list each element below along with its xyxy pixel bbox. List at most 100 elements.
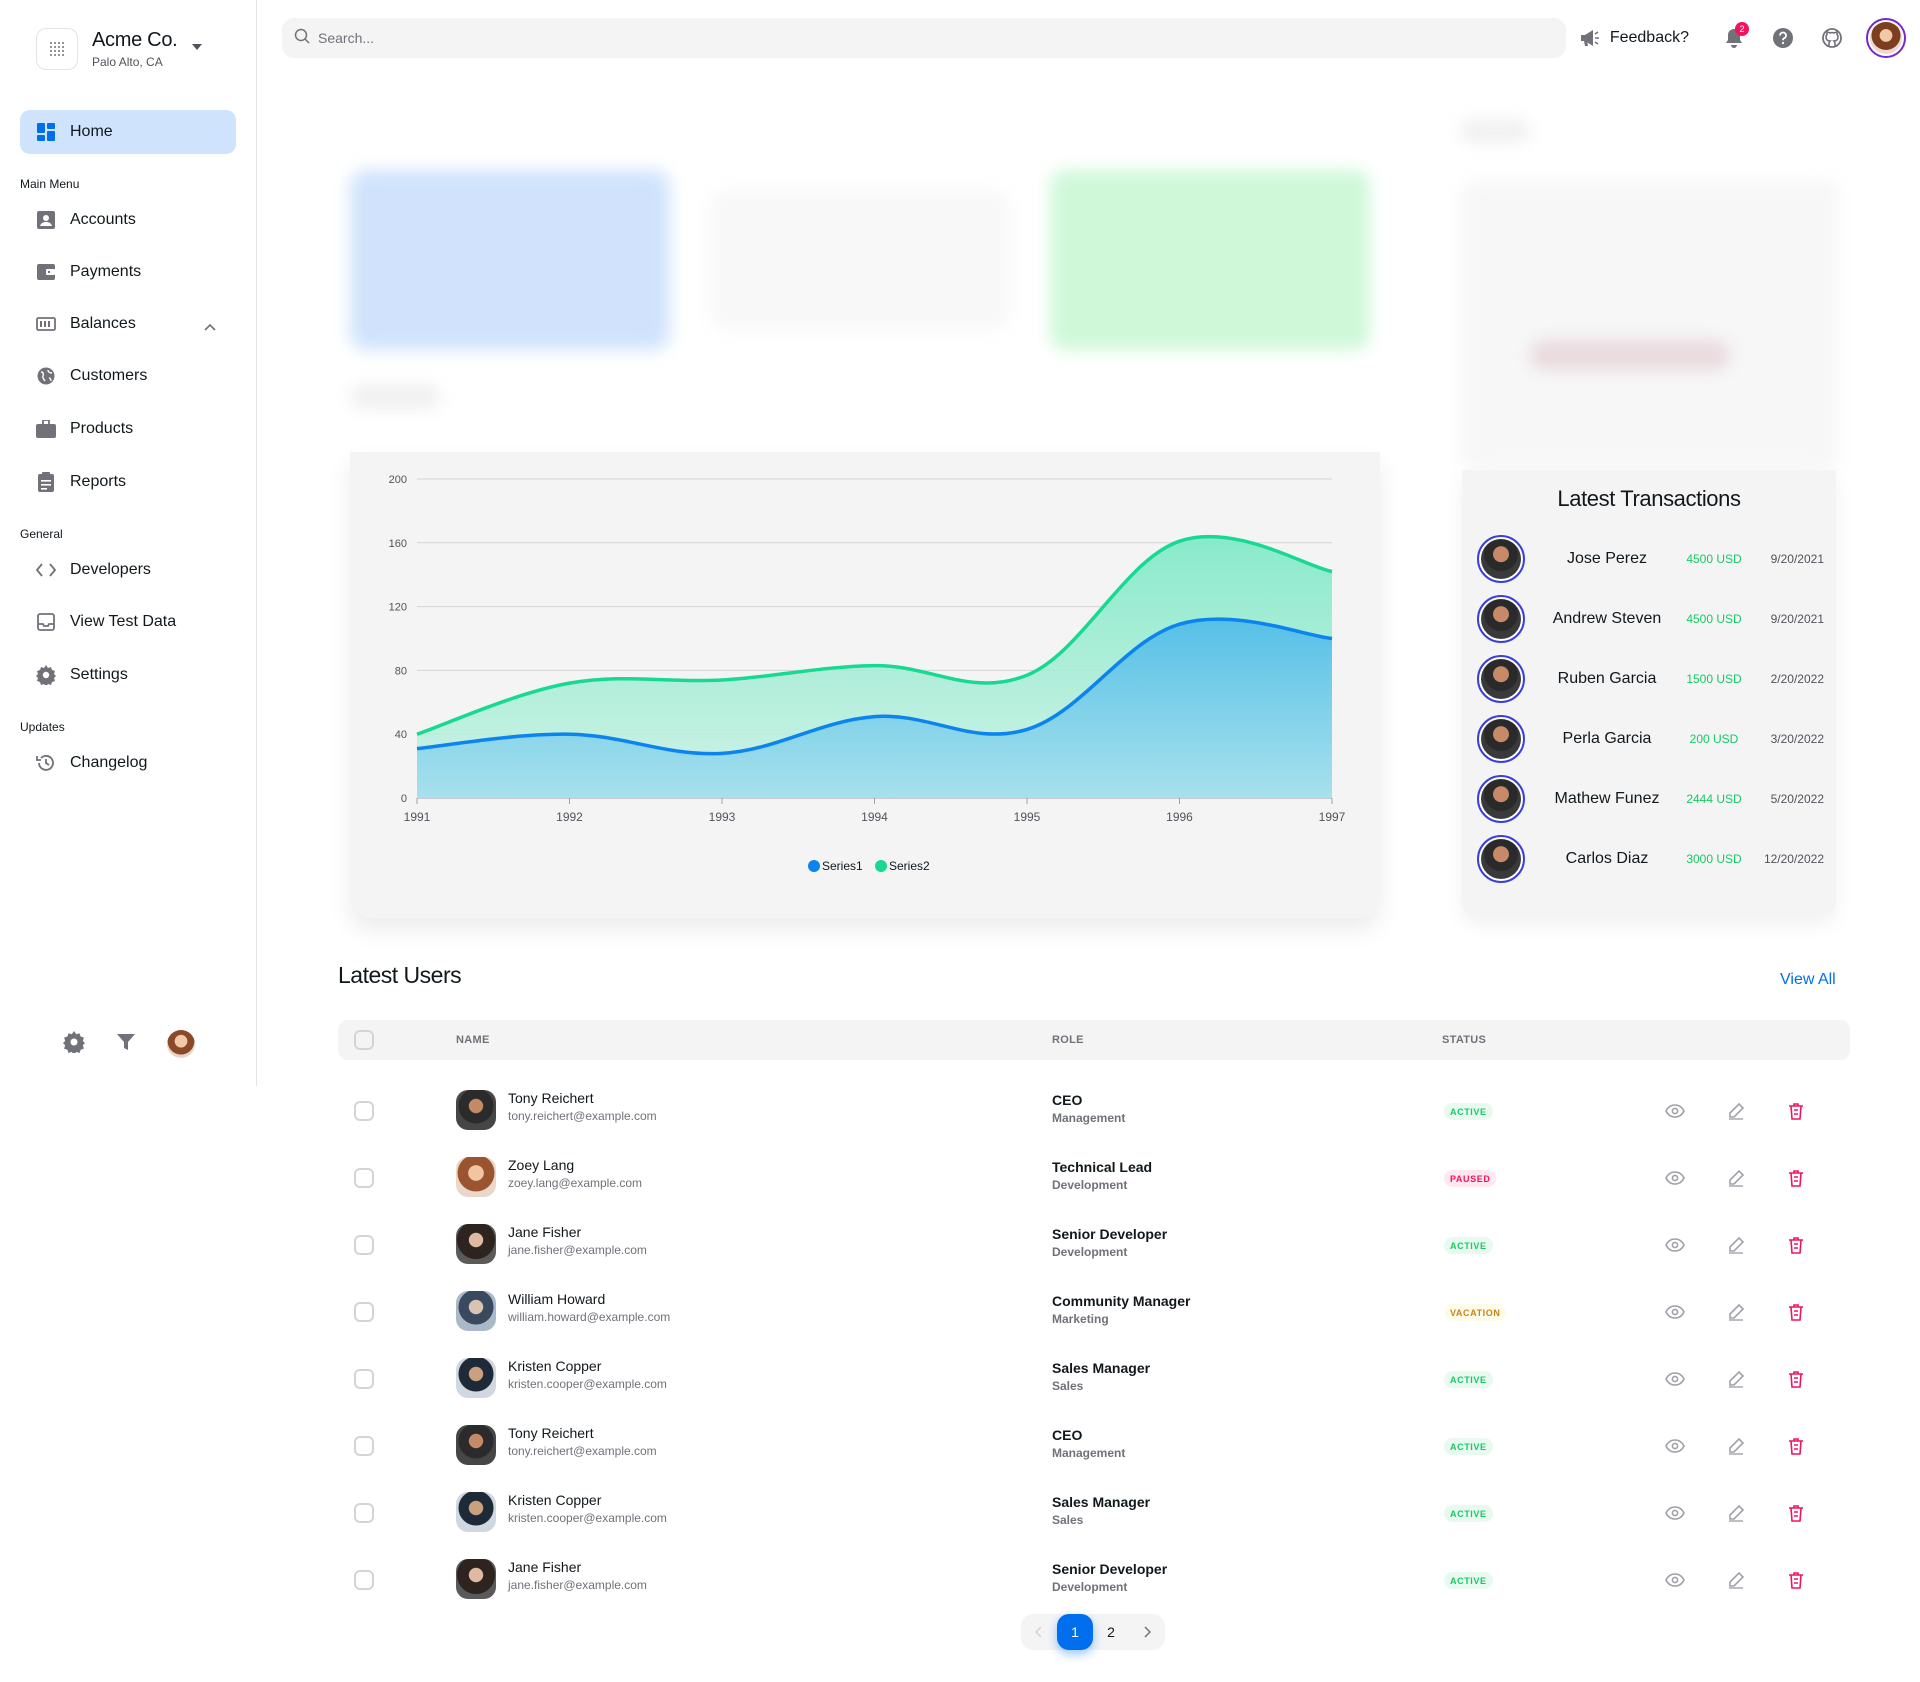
transaction-row[interactable]: Jose Perez 4500 USD 9/20/2021: [1462, 535, 1836, 583]
status-badge: ACTIVE: [1444, 1505, 1493, 1522]
user-email: tony.reichert@example.com: [508, 1444, 657, 1458]
table-row[interactable]: William Howard william.howard@example.com…: [338, 1279, 1850, 1345]
delete-trash-icon[interactable]: [1785, 1569, 1807, 1591]
delete-trash-icon[interactable]: [1785, 1502, 1807, 1524]
table-row[interactable]: Kristen Copper kristen.cooper@example.com…: [338, 1346, 1850, 1412]
view-eye-icon[interactable]: [1664, 1100, 1686, 1122]
user-role: CEO: [1052, 1092, 1083, 1108]
user-name: Jane Fisher: [508, 1224, 582, 1240]
legend-marker: [875, 860, 887, 872]
view-eye-icon[interactable]: [1664, 1502, 1686, 1524]
transaction-row[interactable]: Mathew Funez 2444 USD 5/20/2022: [1462, 775, 1836, 823]
row-checkbox[interactable]: [354, 1436, 374, 1456]
table-row[interactable]: Tony Reichert tony.reichert@example.com CE…: [338, 1413, 1850, 1479]
filter-icon[interactable]: [116, 1033, 135, 1056]
transaction-row[interactable]: Ruben Garcia 1500 USD 2/20/2022: [1462, 655, 1836, 703]
row-checkbox[interactable]: [354, 1302, 374, 1322]
sidebar-item-payments[interactable]: Payments: [20, 250, 236, 294]
user-avatar[interactable]: [1866, 18, 1906, 58]
edit-pencil-icon[interactable]: [1725, 1569, 1747, 1591]
edit-pencil-icon[interactable]: [1725, 1368, 1747, 1390]
transaction-date: 12/20/2022: [1763, 852, 1824, 866]
edit-pencil-icon[interactable]: [1725, 1435, 1747, 1457]
avatar[interactable]: [166, 1030, 195, 1058]
sidebar-item-reports[interactable]: Reports: [20, 460, 236, 504]
table-row[interactable]: Zoey Lang zoey.lang@example.com Technical …: [338, 1145, 1850, 1211]
column-header-name: NAME: [456, 1034, 490, 1046]
x-tick-label: 1992: [556, 810, 583, 824]
company-switcher[interactable]: Acme Co. Palo Alto, CA: [36, 28, 202, 70]
caret-down-icon[interactable]: [192, 44, 202, 50]
edit-pencil-icon[interactable]: [1725, 1301, 1747, 1323]
table-row[interactable]: Jane Fisher jane.fisher@example.com Senior…: [338, 1547, 1850, 1613]
feedback-button[interactable]: Feedback?: [1580, 29, 1689, 47]
search-input[interactable]: [318, 30, 1218, 46]
row-checkbox[interactable]: [354, 1168, 374, 1188]
sidebar-item-settings[interactable]: Settings: [20, 653, 236, 697]
row-checkbox[interactable]: [354, 1570, 374, 1590]
edit-pencil-icon[interactable]: [1725, 1100, 1747, 1122]
avatar: [456, 1291, 496, 1331]
table-row[interactable]: Tony Reichert tony.reichert@example.com CE…: [338, 1078, 1850, 1144]
user-team: Development: [1052, 1580, 1128, 1594]
page-button-2[interactable]: 2: [1093, 1614, 1129, 1650]
delete-trash-icon[interactable]: [1785, 1100, 1807, 1122]
view-eye-icon[interactable]: [1664, 1167, 1686, 1189]
view-eye-icon[interactable]: [1664, 1234, 1686, 1256]
view-eye-icon[interactable]: [1664, 1368, 1686, 1390]
row-checkbox[interactable]: [354, 1369, 374, 1389]
pagination: 1 2: [1021, 1614, 1165, 1650]
view-eye-icon[interactable]: [1664, 1435, 1686, 1457]
select-all-checkbox[interactable]: [354, 1030, 374, 1050]
sidebar-item-label: Customers: [70, 367, 148, 384]
sidebar-item-accounts[interactable]: Accounts: [20, 198, 236, 242]
chevron-up-icon[interactable]: [204, 318, 216, 336]
delete-trash-icon[interactable]: [1785, 1167, 1807, 1189]
edit-pencil-icon[interactable]: [1725, 1502, 1747, 1524]
sidebar-item-products[interactable]: Products: [20, 407, 236, 451]
help-button[interactable]: [1768, 23, 1798, 53]
sidebar-item-changelog[interactable]: Changelog: [20, 741, 236, 785]
sidebar-item-home[interactable]: Home: [20, 110, 236, 154]
transaction-row[interactable]: Carlos Diaz 3000 USD 12/20/2022: [1462, 835, 1836, 883]
settings-gear-icon[interactable]: [62, 1030, 85, 1058]
transaction-date: 5/20/2022: [1770, 792, 1824, 806]
avatar: [456, 1090, 496, 1130]
edit-pencil-icon[interactable]: [1725, 1234, 1747, 1256]
user-role: Senior Developer: [1052, 1561, 1168, 1577]
row-checkbox[interactable]: [354, 1235, 374, 1255]
sidebar-item-customers[interactable]: Customers: [20, 354, 236, 398]
delete-trash-icon[interactable]: [1785, 1435, 1807, 1457]
table-row[interactable]: Jane Fisher jane.fisher@example.com Senior…: [338, 1212, 1850, 1278]
y-tick-label: 200: [389, 474, 407, 486]
next-page-button[interactable]: [1129, 1614, 1165, 1650]
table-row[interactable]: Kristen Copper kristen.cooper@example.com…: [338, 1480, 1850, 1546]
sidebar-item-developers[interactable]: Developers: [20, 548, 236, 592]
delete-trash-icon[interactable]: [1785, 1301, 1807, 1323]
edit-pencil-icon[interactable]: [1725, 1167, 1747, 1189]
notifications-button[interactable]: 2: [1719, 22, 1749, 53]
row-checkbox[interactable]: [354, 1101, 374, 1121]
user-team: Sales: [1052, 1379, 1084, 1393]
section-main-menu: Main Menu: [20, 177, 80, 191]
sidebar-item-balances[interactable]: Balances: [20, 302, 236, 346]
avatar: [456, 1492, 496, 1532]
row-checkbox[interactable]: [354, 1503, 374, 1523]
page-button-1[interactable]: 1: [1057, 1614, 1093, 1650]
view-all-link[interactable]: View All: [1780, 971, 1836, 989]
sidebar: Acme Co. Palo Alto, CA Home Main Menu Ac…: [0, 0, 257, 1086]
delete-trash-icon[interactable]: [1785, 1234, 1807, 1256]
view-eye-icon[interactable]: [1664, 1301, 1686, 1323]
transaction-row[interactable]: Perla Garcia 200 USD 3/20/2022: [1462, 715, 1836, 763]
previous-page-button[interactable]: [1021, 1614, 1057, 1650]
legend-label: Series1: [822, 859, 863, 873]
search-bar[interactable]: [282, 18, 1566, 58]
github-button[interactable]: [1817, 23, 1847, 53]
delete-trash-icon[interactable]: [1785, 1368, 1807, 1390]
view-eye-icon[interactable]: [1664, 1569, 1686, 1591]
section-updates: Updates: [20, 720, 65, 734]
transaction-amount: 200 USD: [1689, 732, 1739, 746]
transaction-row[interactable]: Andrew Steven 4500 USD 9/20/2021: [1462, 595, 1836, 643]
sidebar-item-view-test-data[interactable]: View Test Data: [20, 600, 236, 644]
user-role: Technical Lead: [1052, 1159, 1153, 1175]
